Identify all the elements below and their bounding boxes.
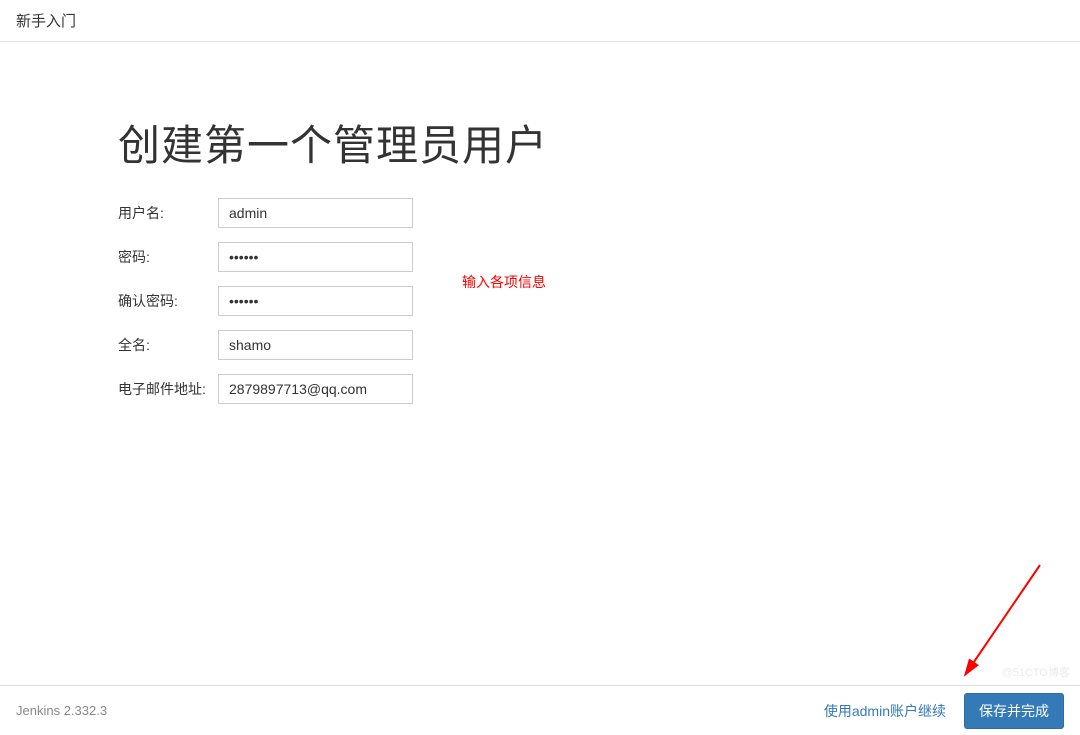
header: 新手入门 <box>0 0 1080 42</box>
footer-actions: 使用admin账户继续 保存并完成 <box>824 693 1064 729</box>
continue-as-admin-link[interactable]: 使用admin账户继续 <box>824 701 946 721</box>
email-input[interactable] <box>218 374 413 404</box>
footer-version: Jenkins 2.332.3 <box>16 703 107 718</box>
page-title: 创建第一个管理员用户 <box>118 112 1080 173</box>
header-title: 新手入门 <box>16 13 76 30</box>
confirm-password-label: 确认密码: <box>118 291 218 311</box>
fullname-input[interactable] <box>218 330 413 360</box>
form-row-password: 密码: <box>118 242 1080 272</box>
username-label: 用户名: <box>118 203 218 223</box>
annotation-text: 输入各项信息 <box>462 272 546 292</box>
form-row-email: 电子邮件地址: <box>118 374 1080 404</box>
confirm-password-input[interactable] <box>218 286 413 316</box>
watermark: @51CTO博客 <box>1002 664 1070 680</box>
form-row-username: 用户名: <box>118 198 1080 228</box>
password-label: 密码: <box>118 247 218 267</box>
main-content: 创建第一个管理员用户 用户名: 密码: 确认密码: 全名: 电子邮件地址: <box>0 42 1080 404</box>
password-input[interactable] <box>218 242 413 272</box>
form-row-fullname: 全名: <box>118 330 1080 360</box>
username-input[interactable] <box>218 198 413 228</box>
fullname-label: 全名: <box>118 335 218 355</box>
save-and-finish-button[interactable]: 保存并完成 <box>964 693 1064 729</box>
footer: Jenkins 2.332.3 使用admin账户继续 保存并完成 <box>0 685 1080 735</box>
email-label: 电子邮件地址: <box>118 379 218 399</box>
form-row-confirm-password: 确认密码: <box>118 286 1080 316</box>
